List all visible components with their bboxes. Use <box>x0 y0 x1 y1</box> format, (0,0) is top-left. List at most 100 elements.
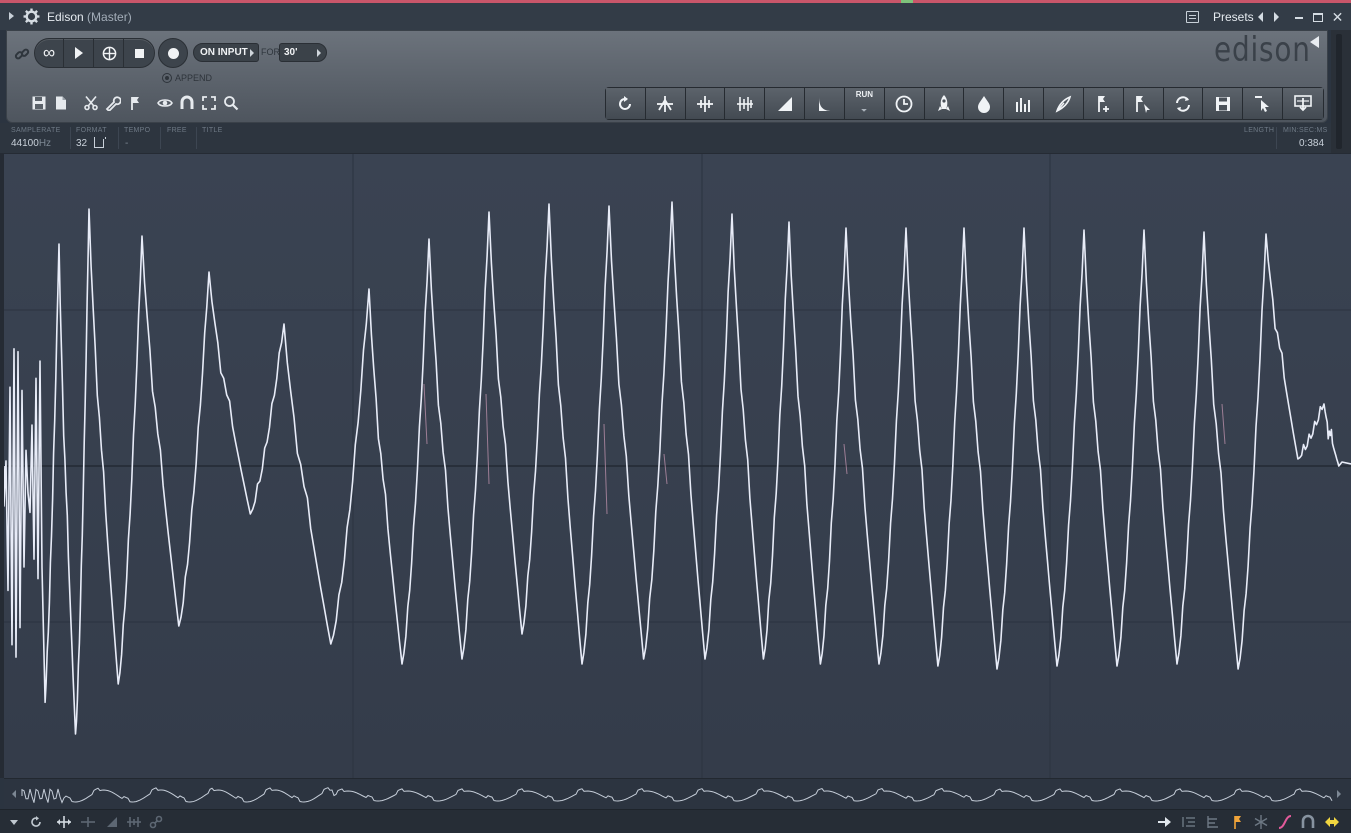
run-button[interactable]: RUN <box>844 88 885 119</box>
format-icon[interactable] <box>94 137 106 148</box>
stretch-icon[interactable] <box>56 814 72 830</box>
samplerate-value[interactable]: 44100Hz <box>11 138 51 149</box>
fade-out-button[interactable] <box>805 88 845 119</box>
format-value[interactable]: 32 <box>76 138 87 149</box>
append-radio[interactable] <box>162 73 172 83</box>
declick-icon <box>736 96 753 111</box>
gear-icon[interactable] <box>23 8 40 25</box>
orange-marker-icon[interactable] <box>1229 814 1245 830</box>
cut-button[interactable] <box>80 93 102 113</box>
view-button[interactable] <box>154 93 176 113</box>
reel-icon <box>102 46 116 60</box>
amplify-icon <box>697 95 714 112</box>
snap-button[interactable] <box>176 93 198 113</box>
scissors-icon <box>84 95 98 111</box>
record-duration-value: 30' <box>284 47 298 58</box>
presets-button[interactable]: Presets <box>1213 10 1254 24</box>
overview-scrollbar[interactable] <box>4 778 1351 809</box>
spectral-button[interactable] <box>1044 88 1084 119</box>
arrow-right-icon[interactable] <box>1156 814 1172 830</box>
edison-logo: edison <box>1214 30 1311 70</box>
browser-grid-icon[interactable] <box>1186 11 1199 23</box>
length-value: 0:384 <box>1299 138 1325 149</box>
tools-button[interactable] <box>102 93 124 113</box>
marker-tool-button[interactable] <box>1123 88 1164 119</box>
sample-info-bar: SAMPLERATE 44100Hz FORMAT 32 TEMPO - FRE… <box>0 123 1331 153</box>
title-bar: Edison (Master) Presets ✕ <box>0 3 1351 30</box>
double-arrow-icon[interactable] <box>1324 814 1340 830</box>
droplet-icon <box>977 95 990 113</box>
preset-prev-icon[interactable] <box>1258 12 1263 22</box>
time-stretch-button[interactable] <box>884 88 925 119</box>
samplerate-label: SAMPLERATE <box>11 127 61 134</box>
window-title: Edison (Master) <box>47 10 132 24</box>
side-scrollbar[interactable] <box>1331 30 1351 153</box>
blur-button[interactable] <box>964 88 1005 119</box>
snowflake-icon[interactable] <box>1253 814 1269 830</box>
duration-arrow-icon <box>317 49 321 57</box>
fade-out-icon <box>818 96 832 111</box>
compress-icon <box>80 814 96 830</box>
zoom-button[interactable] <box>220 93 242 113</box>
rocket-button[interactable] <box>924 88 965 119</box>
tempo-value[interactable]: - <box>125 138 128 149</box>
add-marker-icon <box>1098 95 1110 112</box>
minimize-icon[interactable] <box>1295 17 1303 19</box>
marker-button[interactable] <box>124 93 146 113</box>
loop-play-button[interactable] <box>95 39 124 67</box>
play-button[interactable] <box>65 39 94 67</box>
run-label: RUN <box>855 90 874 99</box>
save-button[interactable] <box>28 93 50 113</box>
record-icon <box>167 47 179 59</box>
tree-icon[interactable] <box>1205 814 1221 830</box>
collapse-arrow-icon[interactable] <box>9 12 14 20</box>
marker-tool-icon <box>1136 95 1151 113</box>
record-mode-select[interactable]: ON INPUT <box>193 43 259 62</box>
amplify-button[interactable] <box>685 88 726 119</box>
maximize-icon[interactable] <box>1313 13 1323 22</box>
close-icon[interactable]: ✕ <box>1331 10 1344 24</box>
loop-button[interactable] <box>1163 88 1204 119</box>
clock-icon <box>895 95 913 112</box>
loop-infinity-button[interactable]: ∞ <box>35 39 64 67</box>
bottom-menu-arrow-icon[interactable] <box>6 814 22 830</box>
fade-in-icon <box>777 96 792 111</box>
preset-next-icon[interactable] <box>1274 12 1279 22</box>
refresh-icon[interactable] <box>28 814 44 830</box>
free-label: FREE <box>167 127 187 134</box>
equalize-button[interactable] <box>1004 88 1045 119</box>
bottom-magnet-icon[interactable] <box>1300 814 1316 830</box>
format-label: FORMAT <box>76 127 107 134</box>
list-align-icon[interactable] <box>1181 814 1197 830</box>
for-label: FOR <box>261 47 280 57</box>
rocket-icon <box>938 94 951 111</box>
tempo-label: TEMPO <box>124 127 151 134</box>
record-duration-select[interactable]: 30' <box>279 43 327 62</box>
save-region-button[interactable] <box>1203 88 1244 119</box>
stop-button[interactable] <box>125 39 154 67</box>
save-icon <box>32 96 46 110</box>
normalize-icon <box>657 95 674 112</box>
speaker-icon[interactable] <box>1310 36 1319 48</box>
link-icon[interactable] <box>14 46 30 62</box>
stop-icon <box>135 48 144 58</box>
infinity-icon: ∞ <box>42 43 56 62</box>
mode-arrow-icon <box>250 49 254 57</box>
waveform-display[interactable] <box>4 153 1351 779</box>
declick-button[interactable] <box>725 88 766 119</box>
reverse-button[interactable] <box>606 88 646 119</box>
curve-icon[interactable] <box>1277 814 1293 830</box>
run-arrow-icon <box>861 108 868 112</box>
file-tools <box>28 93 242 113</box>
send-to-playlist-button[interactable] <box>1283 88 1323 119</box>
record-button[interactable] <box>158 38 188 68</box>
add-marker-button[interactable] <box>1083 88 1124 119</box>
record-mode-value: ON INPUT <box>200 47 248 58</box>
open-button[interactable] <box>50 93 72 113</box>
zoom-fit-button[interactable] <box>198 93 220 113</box>
fade-in-button[interactable] <box>765 88 806 119</box>
normalize-button[interactable] <box>645 88 686 119</box>
minsecms-label: MIN:SEC:MS <box>1283 127 1328 134</box>
send-to-playlist-icon <box>1294 94 1312 111</box>
select-button[interactable] <box>1243 88 1284 119</box>
